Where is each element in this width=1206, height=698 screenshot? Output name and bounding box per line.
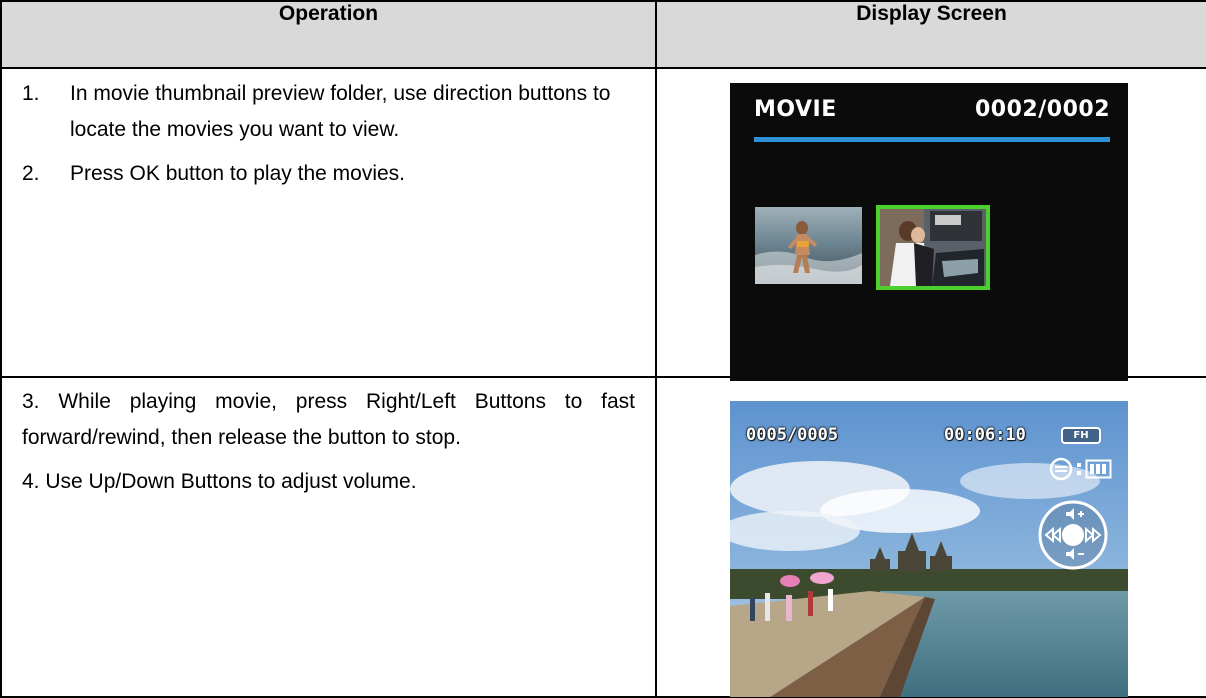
step-text: 4. Use Up/Down Buttons to adjust volume.: [22, 470, 417, 493]
step-number: 1.: [22, 82, 40, 105]
step-text: In movie thumbnail preview folder, use d…: [70, 82, 611, 141]
header-operation: Operation: [0, 0, 657, 69]
header-display-screen: Display Screen: [655, 0, 1206, 69]
step-number: 2.: [22, 162, 40, 185]
step-item: 4. Use Up/Down Buttons to adjust volume.: [2, 464, 655, 500]
file-counter: 0005/0005: [746, 425, 839, 445]
quality-badge: FH: [1061, 427, 1101, 444]
couple-selected-thumbnail: [876, 205, 990, 290]
operation-cell: 3. While playing movie, press Right/Left…: [0, 376, 657, 698]
recycle-mode-icon: [1049, 457, 1073, 481]
accent-bar: [754, 137, 1110, 142]
step-text: Press OK button to play the movies.: [70, 162, 405, 185]
step-item: 2. Press OK button to play the movies.: [2, 156, 655, 192]
step-text: 3. While playing movie, press Right/Left…: [22, 390, 635, 449]
step-item: 1. In movie thumbnail preview folder, us…: [2, 76, 655, 148]
battery-icon: [1085, 459, 1112, 479]
operation-cell: 1. In movie thumbnail preview folder, us…: [0, 67, 657, 378]
file-counter: 0002/0002: [975, 97, 1110, 122]
playback-control-dial-icon: [1038, 500, 1108, 570]
colon-separator-icon: [1077, 463, 1081, 475]
step-item: 3. While playing movie, press Right/Left…: [2, 384, 655, 456]
movie-playback-screen: 0005/0005 00:06:10 FH: [730, 401, 1128, 697]
beach-running-child-thumbnail: [755, 207, 862, 284]
screen-mode-label: MOVIE: [754, 97, 837, 122]
playback-time: 00:06:10: [944, 425, 1026, 445]
movie-thumbnail-screen: MOVIE 0002/0002: [730, 83, 1128, 381]
